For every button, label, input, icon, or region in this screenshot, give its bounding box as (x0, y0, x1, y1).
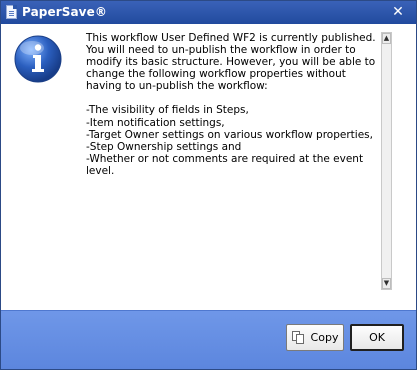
property-item-comments: -Whether or not comments are required at… (86, 152, 364, 177)
property-item-target-owner: -Target Owner settings on various workfl… (86, 128, 373, 141)
vertical-scrollbar[interactable]: ▲ ▼ (381, 32, 392, 290)
close-button[interactable]: ✕ (390, 4, 406, 20)
property-item-visibility: -The visibility of fields in Steps, (86, 104, 249, 117)
scroll-down-button[interactable]: ▼ (382, 278, 391, 289)
copy-icon (291, 331, 305, 344)
property-item-notification: -Item notification settings, (86, 116, 225, 129)
ok-button[interactable]: OK (350, 324, 404, 351)
message-text: This workflow User Defined WF2 is curren… (86, 32, 376, 177)
dialog-footer: Copy OK (1, 310, 416, 369)
copy-button[interactable]: Copy (286, 324, 344, 351)
document-icon (6, 5, 17, 19)
ok-button-label: OK (369, 331, 385, 344)
dialog-window: PaperSave® ✕ This workflow User Defined … (0, 0, 417, 370)
window-title: PaperSave® (22, 5, 107, 19)
scroll-up-button[interactable]: ▲ (382, 33, 391, 44)
copy-button-label: Copy (310, 331, 339, 344)
information-icon (14, 35, 62, 83)
title-bar: PaperSave® ✕ (1, 1, 416, 24)
message-intro: This workflow User Defined WF2 is curren… (86, 32, 376, 93)
dialog-content: This workflow User Defined WF2 is curren… (1, 24, 416, 310)
property-item-step-ownership: -Step Ownership settings and (86, 140, 242, 153)
